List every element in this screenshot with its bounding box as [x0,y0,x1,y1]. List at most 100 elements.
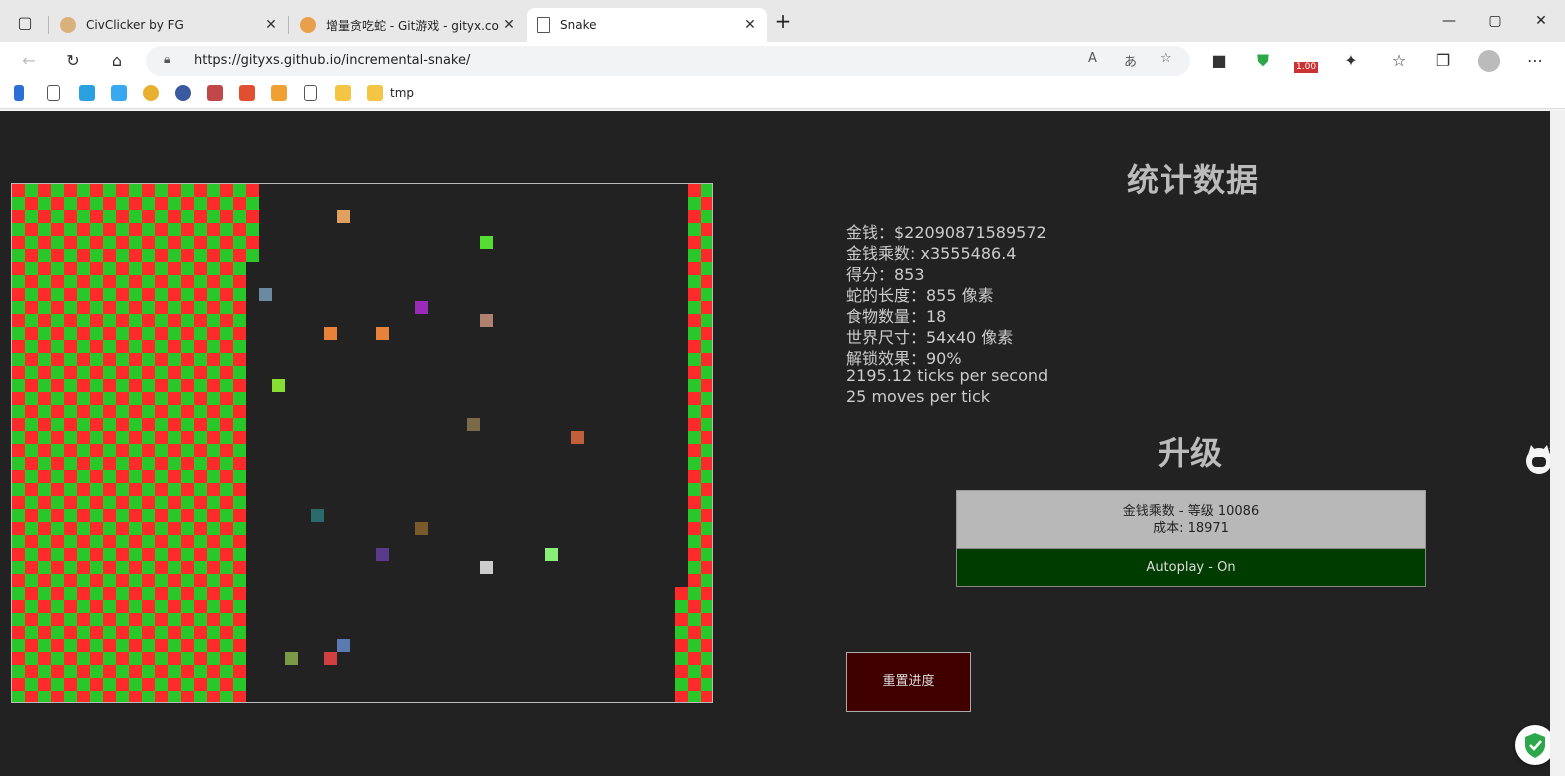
snake-segment [25,353,38,366]
badge-extension-icon[interactable]: 1.00 [1294,50,1319,73]
money-multiplier-upgrade-button[interactable]: 金钱乘数 - 等级 10086 成本: 18971 [956,490,1426,550]
snake-segment [77,223,90,236]
snake-segment [207,639,220,652]
bookmark-icon[interactable] [175,85,191,101]
snake-segment [155,496,168,509]
snake-segment [142,522,155,535]
game-canvas[interactable] [11,183,713,703]
snake-segment [194,470,207,483]
bookmark-page-icon[interactable] [304,85,317,101]
snake-segment [12,223,25,236]
bookmark-chrome-icon[interactable] [143,85,159,101]
snake-segment [116,405,129,418]
snake-segment [64,626,77,639]
bookmark-icon[interactable] [271,85,287,101]
bookmark-bilibili-icon[interactable] [79,85,95,101]
snake-segment [168,353,181,366]
snake-segment [51,210,64,223]
bookmark-folder-label[interactable]: tmp [390,86,414,100]
close-tab-icon[interactable]: ✕ [500,17,518,33]
snake-segment [233,587,246,600]
snake-segment [38,392,51,405]
more-menu-icon[interactable]: ⋯ [1524,50,1546,72]
bookmark-page-icon[interactable] [47,85,60,101]
snake-segment [701,275,712,288]
tab-incremental-snake[interactable]: 增量贪吃蛇 - Git游戏 - gityx.com ✕ [290,8,526,42]
snake-segment [12,197,25,210]
snake-segment [25,327,38,340]
maximize-button[interactable]: ▢ [1480,10,1510,32]
snake-segment [155,223,168,236]
shield-extension-icon[interactable]: ⛊ [1252,50,1274,72]
snake-segment [155,379,168,392]
snake-segment [220,210,233,223]
snake-segment [12,275,25,288]
snake-segment [194,210,207,223]
snake-segment [129,262,142,275]
snake-segment [207,405,220,418]
snake-segment [155,587,168,600]
autoplay-toggle-button[interactable]: Autoplay - On [956,548,1426,587]
snake-segment [168,613,181,626]
close-tab-icon[interactable]: ✕ [262,17,280,33]
bookmark-icon[interactable] [14,85,24,101]
snake-segment [155,457,168,470]
snake-segment [77,483,90,496]
snake-segment [103,314,116,327]
minimize-button[interactable]: — [1434,10,1464,32]
snake-segment [155,522,168,535]
security-shield-icon[interactable] [1515,725,1555,765]
snake-segment [220,678,233,691]
snake-segment [233,340,246,353]
snake-segment [38,418,51,431]
home-icon[interactable]: ⌂ [106,50,128,72]
food-pellet [480,561,493,574]
tab-civclicker[interactable]: CivClicker by FG ✕ [50,8,288,42]
snake-segment [142,405,155,418]
new-tab-button[interactable]: + [768,10,798,32]
profile-avatar[interactable] [1478,50,1500,72]
snake-segment [38,496,51,509]
snake-segment [103,470,116,483]
extension-icon[interactable]: ■ [1208,50,1230,72]
snake-segment [12,587,25,600]
snake-segment [38,405,51,418]
bookmark-icon[interactable] [111,85,127,101]
back-icon[interactable]: ← [18,50,40,72]
snake-segment [90,236,103,249]
refresh-icon[interactable]: ↻ [62,50,84,72]
snake-segment [38,301,51,314]
read-aloud-icon[interactable]: A [1088,51,1097,66]
snake-segment [142,613,155,626]
snake-segment [12,496,25,509]
snake-segment [116,275,129,288]
bookmark-icon[interactable] [239,85,255,101]
close-window-button[interactable]: ✕ [1526,10,1556,32]
tab-actions-icon[interactable]: ▢ [14,12,36,34]
close-tab-icon[interactable]: ✕ [741,17,759,33]
reset-progress-button[interactable]: 重置进度 [846,652,971,712]
tab-snake[interactable]: Snake ✕ [527,8,767,42]
snake-segment [207,262,220,275]
folder-icon[interactable] [335,85,351,101]
snake-segment [25,444,38,457]
snake-segment [38,223,51,236]
snake-segment [701,496,712,509]
food-pellet [571,431,584,444]
favorites-icon[interactable]: ☆ [1388,50,1410,72]
snake-segment [168,496,181,509]
extensions-puzzle-icon[interactable]: ✦ [1340,50,1362,72]
snake-segment [142,678,155,691]
translate-icon[interactable]: あ [1124,51,1137,70]
snake-segment [116,457,129,470]
favorite-add-icon[interactable]: ☆ [1160,51,1172,66]
snake-segment [207,652,220,665]
snake-segment [64,405,77,418]
snake-segment [129,561,142,574]
snake-segment [194,197,207,210]
bookmark-icon[interactable] [207,85,223,101]
page-scrollbar[interactable] [1550,111,1565,776]
collections-icon[interactable]: ❐ [1432,50,1454,72]
folder-icon[interactable] [367,85,383,101]
address-bar[interactable]: 🔒︎ https://gityxs.github.io/incremental-… [146,46,1190,76]
